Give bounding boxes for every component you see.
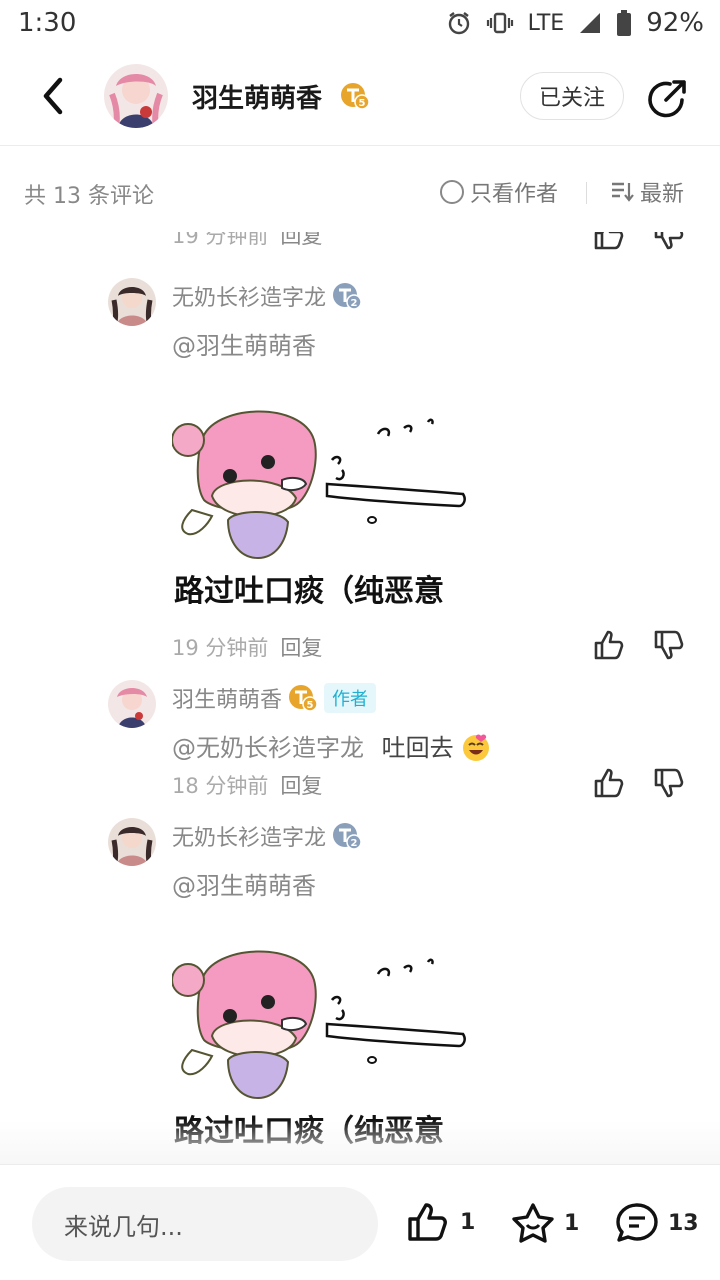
comments-button[interactable]: 13 <box>614 1201 699 1245</box>
mention-link[interactable]: @羽生萌萌香 <box>172 332 316 360</box>
commenter-name[interactable]: 无奶长衫造字龙 2 <box>172 280 362 312</box>
comment-meta: 19 分钟前 回复 <box>172 232 322 250</box>
comment-bubble-icon <box>616 1203 658 1242</box>
level-badge-number: 5 <box>359 98 366 109</box>
clipped-meta-row: 19 分钟前 回复 <box>0 232 720 260</box>
dislike-icon[interactable] <box>652 232 686 252</box>
level-badge-number: 2 <box>351 838 358 849</box>
comment-text: @羽生萌萌香 <box>172 866 316 901</box>
like-icon[interactable] <box>592 766 626 800</box>
battery-icon <box>617 10 632 36</box>
sticker-caption: 路过吐口痰（纯恶意 <box>174 574 444 609</box>
reply-link[interactable]: 回复 <box>280 232 322 248</box>
dislike-icon[interactable] <box>652 766 686 800</box>
author-avatar[interactable] <box>104 64 168 128</box>
level-badge-icon: 2 <box>333 283 362 310</box>
sort-icon <box>612 182 634 202</box>
mention-link[interactable]: @羽生萌萌香 <box>172 872 316 900</box>
sort-toggle[interactable]: 最新 <box>610 176 684 208</box>
radio-circle-icon <box>440 180 464 204</box>
comment-text: @羽生萌萌香 <box>172 326 316 361</box>
level-badge-icon: 5 <box>289 685 318 712</box>
comment-time: 18 分钟前 <box>172 774 269 798</box>
level-badge-number: 5 <box>307 700 314 711</box>
bottom-action-bar: 来说几句... 1 1 13 <box>0 1164 720 1280</box>
commenter-avatar[interactable] <box>108 278 156 326</box>
signal-icon <box>580 13 601 33</box>
commenter-name[interactable]: 无奶长衫造字龙 2 <box>172 820 362 852</box>
mention-link[interactable]: @无奶长衫造字龙 <box>172 734 364 762</box>
like-icon[interactable] <box>592 232 626 252</box>
like-icon[interactable] <box>592 628 626 662</box>
vibrate-icon <box>486 12 513 34</box>
alarm-icon <box>448 12 469 35</box>
comment-filter-bar: 共 13 条评论 只看作者 最新 <box>0 146 720 232</box>
reply-link[interactable]: 回复 <box>280 636 322 660</box>
favorite-button[interactable]: 1 <box>510 1201 579 1245</box>
like-button[interactable]: 1 <box>406 1201 475 1243</box>
divider <box>586 182 587 204</box>
comment-meta: 18 分钟前 回复 <box>172 770 322 800</box>
comment-count: 13 <box>668 1210 699 1236</box>
follow-button[interactable]: 已关注 <box>520 72 624 120</box>
comment-body: 吐回去 <box>381 734 454 762</box>
level-badge-icon: 5 <box>341 83 370 110</box>
battery-percent: 92% <box>646 8 704 38</box>
top-bar: 羽生萌萌香 5 已关注 <box>0 48 720 146</box>
comment-text: @无奶长衫造字龙 吐回去 <box>172 728 491 763</box>
author-name[interactable]: 羽生萌萌香 <box>192 78 322 115</box>
star-icon <box>512 1203 554 1243</box>
comment-meta: 19 分钟前 回复 <box>172 632 322 662</box>
back-arrow-icon[interactable] <box>34 74 74 118</box>
commenter-avatar[interactable] <box>108 818 156 866</box>
status-bar: 1:30 LTE 92% <box>0 0 720 48</box>
author-only-label: 只看作者 <box>470 182 559 207</box>
scroll-fade <box>0 1120 720 1164</box>
comment-time: 19 分钟前 <box>172 636 269 660</box>
sort-label: 最新 <box>640 182 685 207</box>
dislike-icon[interactable] <box>652 628 686 662</box>
author-tag: 作者 <box>324 683 377 713</box>
reply-link[interactable]: 回复 <box>280 774 322 798</box>
status-time: 1:30 <box>18 8 77 38</box>
comment-input[interactable]: 来说几句... <box>32 1187 378 1261</box>
level-badge-icon: 2 <box>333 823 362 850</box>
share-icon[interactable] <box>646 76 690 120</box>
commenter-avatar[interactable] <box>108 680 156 728</box>
favorite-count: 1 <box>564 1210 580 1236</box>
like-icon <box>408 1203 447 1241</box>
network-type: LTE <box>527 10 565 36</box>
like-count: 1 <box>460 1209 476 1235</box>
commenter-name[interactable]: 羽生萌萌香 5 作者 <box>172 682 377 714</box>
status-icons: LTE 92% <box>446 8 704 38</box>
level-badge-number: 2 <box>351 298 358 309</box>
author-only-toggle[interactable]: 只看作者 <box>440 176 558 208</box>
grinning-emoji-icon <box>463 734 490 761</box>
comment-count-label: 共 13 条评论 <box>24 184 154 209</box>
